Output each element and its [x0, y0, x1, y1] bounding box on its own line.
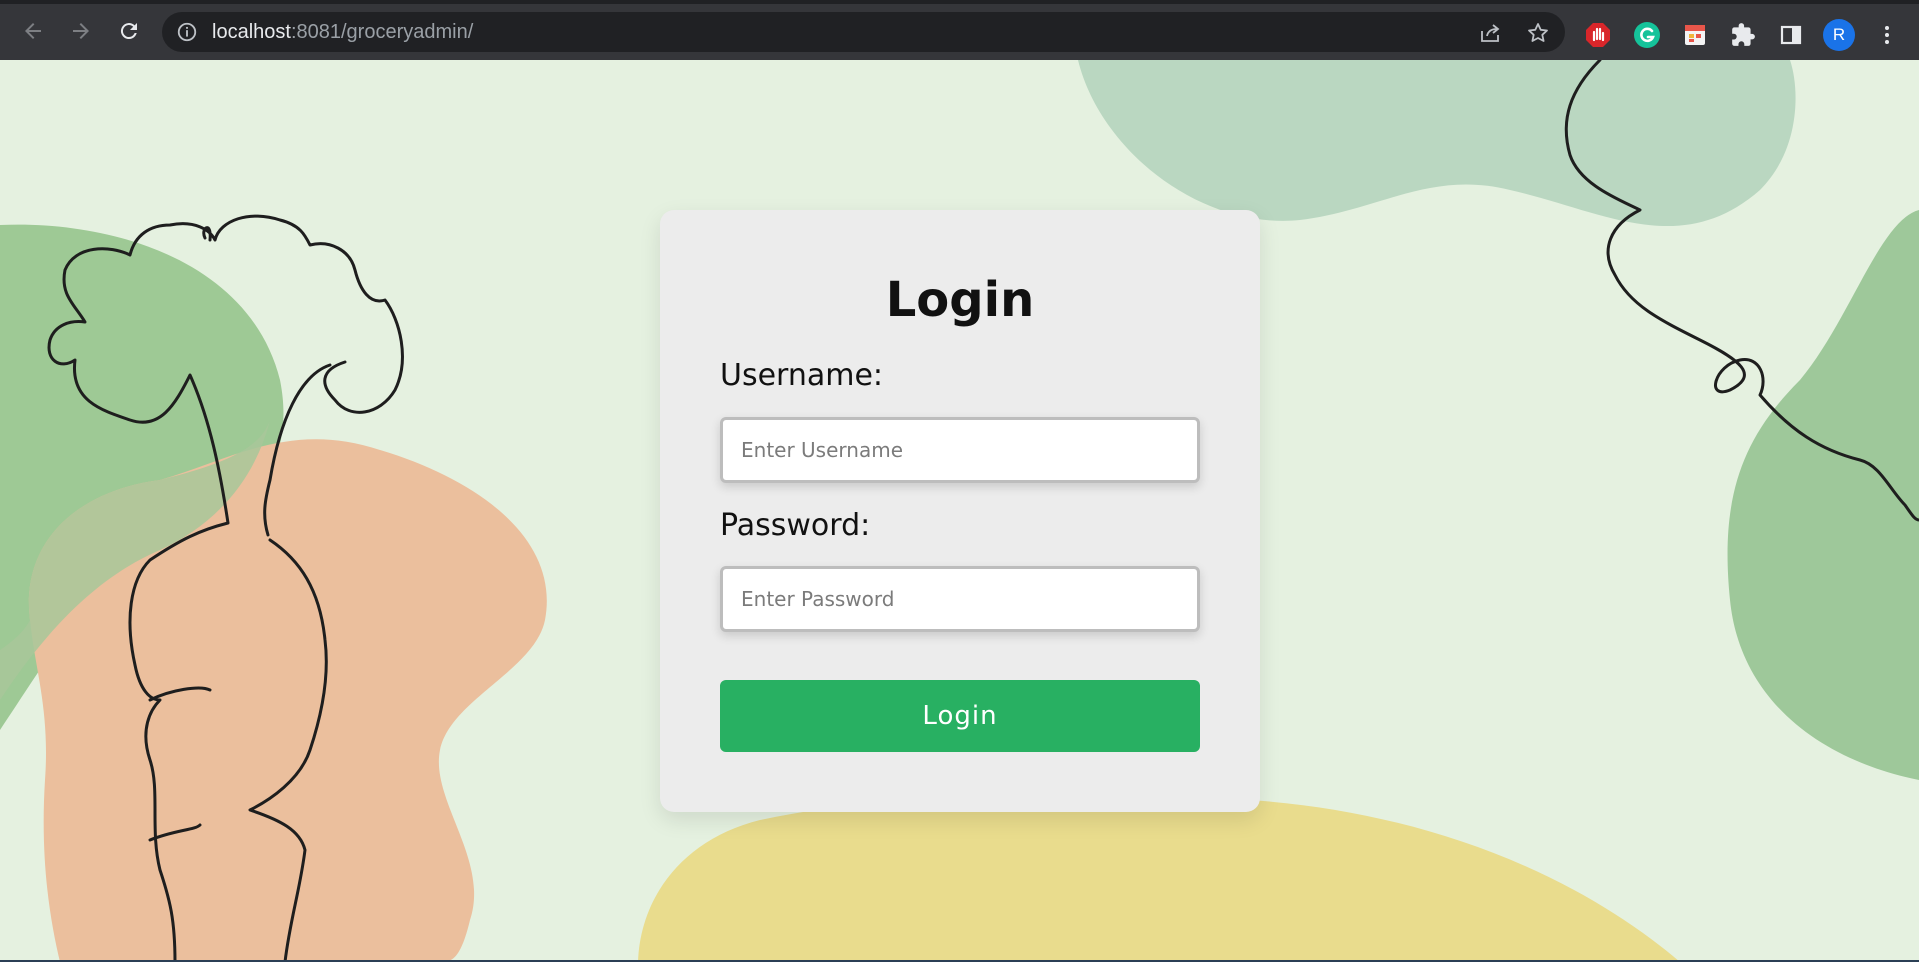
bookmark-star-icon[interactable] — [1526, 21, 1550, 45]
username-input[interactable] — [720, 417, 1200, 483]
login-card: Login Username: Password: Login — [660, 210, 1260, 812]
side-panel-button[interactable] — [1776, 20, 1806, 50]
reload-icon — [120, 23, 137, 40]
profile-avatar[interactable]: R — [1823, 19, 1855, 51]
username-label: Username: — [720, 358, 884, 393]
forward-arrow-icon — [73, 23, 89, 39]
grammarly-icon — [1634, 22, 1660, 48]
password-label: Password: — [720, 508, 871, 543]
forward-button[interactable] — [64, 14, 98, 48]
address-bar[interactable]: localhost:8081/groceryadmin/ — [162, 12, 1565, 52]
login-button[interactable]: Login — [720, 680, 1200, 752]
extensions-button[interactable] — [1728, 20, 1758, 50]
adblock-hand-icon — [1586, 23, 1610, 47]
site-info-icon[interactable] — [176, 21, 198, 43]
side-panel-icon — [1780, 25, 1802, 45]
login-page: Login Username: Password: Login — [0, 60, 1919, 962]
url-host: localhost — [212, 21, 291, 43]
share-icon[interactable] — [1478, 21, 1502, 45]
calendar-extension-button[interactable] — [1680, 20, 1710, 50]
more-menu-button[interactable] — [1872, 20, 1902, 50]
green-blob-top — [1078, 60, 1796, 227]
yellow-blob-bottom — [638, 794, 1680, 962]
back-arrow-icon — [25, 23, 41, 39]
grammarly-extension-button[interactable] — [1632, 20, 1662, 50]
back-button[interactable] — [16, 14, 50, 48]
browser-toolbar: localhost:8081/groceryadmin/ R — [0, 0, 1919, 60]
green-blob-right — [1727, 210, 1919, 780]
url-text[interactable]: localhost:8081/groceryadmin/ — [212, 20, 473, 44]
calendar-extension-icon — [1685, 25, 1705, 45]
url-path: :8081/groceryadmin/ — [290, 21, 474, 43]
extensions-puzzle-icon — [1732, 23, 1755, 46]
password-input[interactable] — [720, 566, 1200, 632]
login-title: Login — [885, 272, 1035, 328]
reload-button[interactable] — [112, 14, 146, 48]
adblock-extension-button[interactable] — [1583, 20, 1613, 50]
more-menu-icon — [1885, 26, 1889, 44]
